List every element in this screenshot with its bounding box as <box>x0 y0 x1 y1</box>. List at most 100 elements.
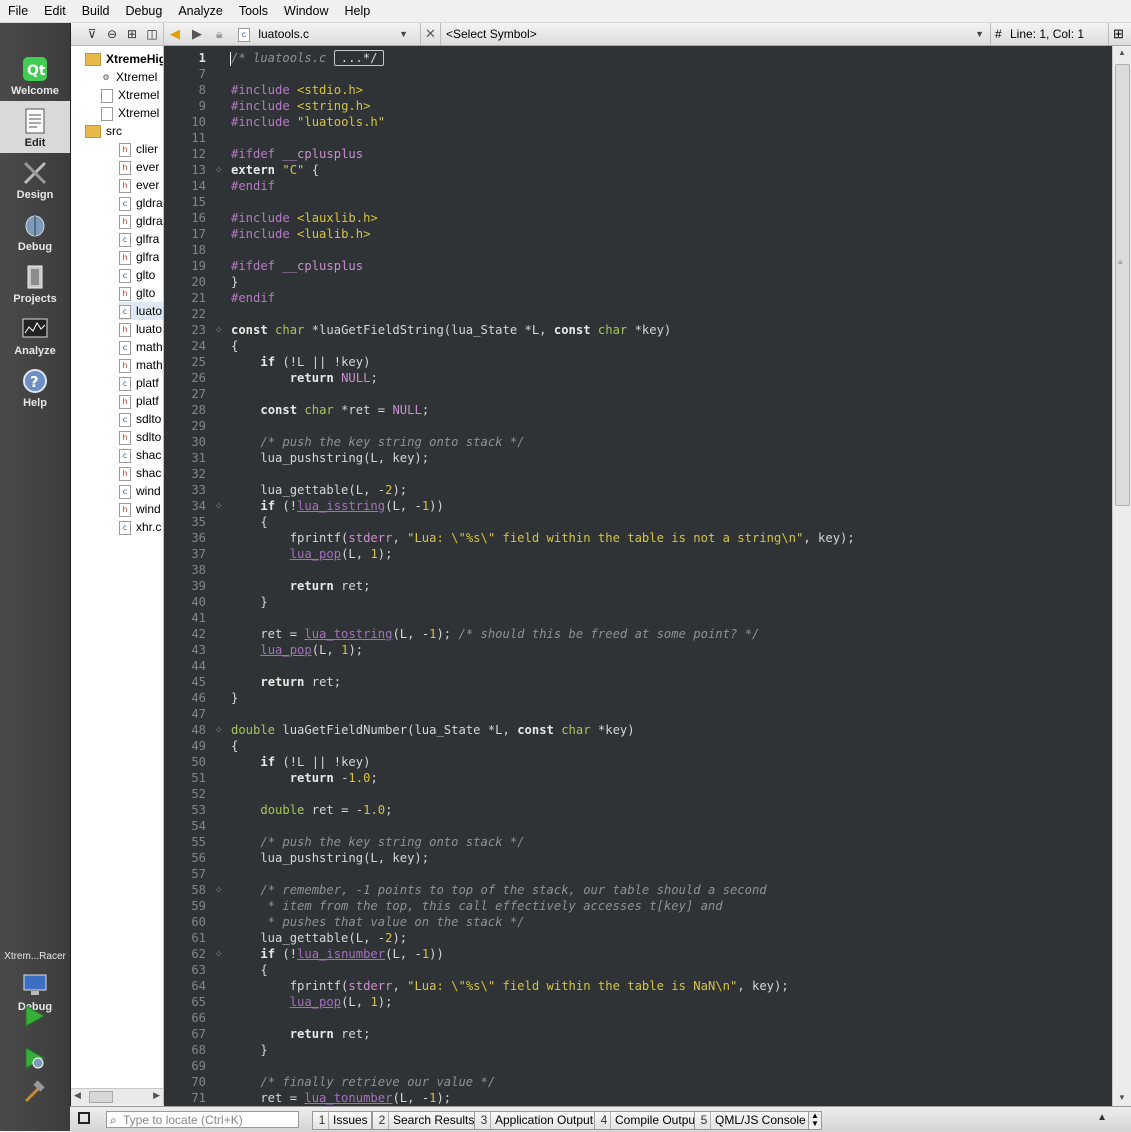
code-line[interactable]: #include <lauxlib.h> <box>231 211 378 225</box>
toggle-sidebar-icon[interactable] <box>78 1112 90 1124</box>
code-line[interactable]: { <box>231 963 267 977</box>
code-line[interactable]: #include "luatools.h" <box>231 115 385 129</box>
menu-tools[interactable]: Tools <box>231 0 276 22</box>
code-line[interactable]: #endif <box>231 291 275 305</box>
tree-file[interactable]: c shac <box>119 446 163 464</box>
code-line[interactable]: fprintf(stderr, "Lua: \"%s\" field withi… <box>231 979 789 993</box>
code-line[interactable]: } <box>231 691 238 705</box>
open-documents-dropdown[interactable]: c luatools.c ▼ <box>234 23 412 45</box>
code-line[interactable]: lua_pop(L, 1); <box>231 643 363 657</box>
menu-help[interactable]: Help <box>336 0 378 22</box>
output-pane-button[interactable]: 2 Search Results <box>372 1111 479 1130</box>
tree-file[interactable]: h glfra <box>119 248 163 266</box>
code-line[interactable]: ret = lua_tostring(L, -1); /* should thi… <box>231 627 759 641</box>
output-pane-button[interactable]: 3 Application Output <box>474 1111 598 1130</box>
code-line[interactable]: if (!L || !key) <box>231 355 370 369</box>
code-line[interactable]: #endif <box>231 179 275 193</box>
tree-file[interactable]: h gldra <box>119 212 163 230</box>
tree-file[interactable]: c gldra <box>119 194 163 212</box>
pane-scroll-arrows-icon[interactable]: ▲ ▼ <box>808 1111 822 1130</box>
sync-link-icon[interactable]: ⊖ <box>105 27 119 41</box>
code-line[interactable]: return -1.0; <box>231 771 378 785</box>
code-line[interactable]: #include <string.h> <box>231 99 370 113</box>
code-line[interactable]: const char *ret = NULL; <box>231 403 429 417</box>
menu-edit[interactable]: Edit <box>36 0 74 22</box>
tree-file[interactable]: h wind <box>119 500 163 518</box>
symbol-selector[interactable]: <Select Symbol> ▼ <box>446 23 986 45</box>
tree-file[interactable]: h luato <box>119 320 163 338</box>
code-line[interactable]: #ifdef __cplusplus <box>231 259 363 273</box>
output-pane-button[interactable]: 1 Issues <box>312 1111 372 1130</box>
output-pane-button[interactable]: 5 QML/JS Console <box>694 1111 810 1130</box>
code-line[interactable]: return ret; <box>231 579 371 593</box>
code-line[interactable]: lua_pushstring(L, key); <box>231 851 429 865</box>
code-line[interactable]: } <box>231 275 238 289</box>
menu-window[interactable]: Window <box>276 0 336 22</box>
code-line[interactable]: lua_pop(L, 1); <box>231 995 393 1009</box>
output-pane-button[interactable]: 4 Compile Output <box>594 1111 703 1130</box>
split-icon[interactable]: ⊞ <box>125 27 139 41</box>
start-debugging-icon[interactable] <box>22 1046 46 1070</box>
cursor-position[interactable]: Line: 1, Col: 1 <box>1010 23 1084 45</box>
code-line[interactable]: /* push the key string onto stack */ <box>231 435 524 449</box>
code-line[interactable]: /* remember, -1 points to top of the sta… <box>231 883 766 897</box>
code-line[interactable]: * pushes that value on the stack */ <box>231 915 525 929</box>
code-line[interactable]: return ret; <box>231 1027 371 1041</box>
split-editor-icon[interactable]: ⊞ <box>1108 23 1124 45</box>
code-line[interactable]: { <box>231 339 238 353</box>
code-line[interactable]: if (!L || !key) <box>231 755 370 769</box>
fold-marker-icon[interactable]: ◇ <box>216 949 221 959</box>
menu-analyze[interactable]: Analyze <box>170 0 230 22</box>
code-line[interactable]: /* finally retrieve our value */ <box>231 1075 495 1089</box>
code-line[interactable]: #include <stdio.h> <box>231 83 363 97</box>
code-line[interactable]: #ifdef __cplusplus <box>231 147 363 161</box>
fold-marker-icon[interactable]: ◇ <box>216 725 221 735</box>
navigator-horizontal-scrollbar[interactable]: ◀ ▶ <box>71 1088 163 1105</box>
code-line[interactable]: lua_pop(L, 1); <box>231 547 393 561</box>
tree-file[interactable]: Xtremel <box>101 104 163 122</box>
code-line[interactable]: lua_gettable(L, -2); <box>231 483 407 497</box>
code-line[interactable]: return ret; <box>231 675 341 689</box>
tree-file[interactable]: h shac <box>119 464 163 482</box>
code-line[interactable]: if (!lua_isnumber(L, -1)) <box>231 947 443 961</box>
filter-icon[interactable]: ⊽ <box>85 27 99 41</box>
tree-file[interactable]: c wind <box>119 482 163 500</box>
tree-file[interactable]: Xtremel <box>101 86 163 104</box>
mode-edit[interactable]: Edit <box>0 101 70 153</box>
forward-arrow-icon[interactable]: ▶ <box>192 23 202 45</box>
tree-file[interactable]: c platf <box>119 374 163 392</box>
code-line[interactable]: return NULL; <box>231 371 378 385</box>
locator-input[interactable]: ⌕ Type to locate (Ctrl+K) <box>106 1111 299 1128</box>
code-line[interactable]: } <box>231 595 267 609</box>
tree-file[interactable]: h platf <box>119 392 163 410</box>
fold-marker-icon[interactable]: ◇ <box>216 325 221 335</box>
show-output-pane-icon[interactable]: ▲ <box>1097 1112 1107 1123</box>
tree-file[interactable]: c sdlto <box>119 410 163 428</box>
menu-debug[interactable]: Debug <box>118 0 171 22</box>
fold-marker-icon[interactable]: ◇ <box>216 885 221 895</box>
code-line[interactable]: lua_gettable(L, -2); <box>231 931 407 945</box>
editor-vertical-scrollbar[interactable]: ▲ ≡ ▼ <box>1112 46 1131 1106</box>
code-line[interactable]: if (!lua_isstring(L, -1)) <box>231 499 443 513</box>
mode-design[interactable]: Design <box>0 153 70 205</box>
fold-marker-icon[interactable]: ◇ <box>216 501 221 511</box>
tree-file[interactable]: c math <box>119 338 163 356</box>
tree-file[interactable]: h sdlto <box>119 428 163 446</box>
mode-projects[interactable]: Projects <box>0 257 70 309</box>
code-line[interactable]: } <box>231 1043 267 1057</box>
code-line[interactable]: lua_pushstring(L, key); <box>231 451 429 465</box>
run-icon[interactable] <box>22 1004 46 1028</box>
tree-file[interactable]: c xhr.c <box>119 518 163 536</box>
code-line[interactable]: * item from the top, this call effective… <box>231 899 723 913</box>
code-line[interactable]: extern "C" { <box>231 163 319 177</box>
code-editor[interactable]: 1 /* luatools.c ...*/ 7 8 #include <stdio.h>… <box>164 46 1112 1106</box>
menu-file[interactable]: File <box>0 0 36 22</box>
tree-folder[interactable]: ◢src <box>85 122 163 140</box>
close-document-icon[interactable]: ✕ <box>420 23 441 45</box>
code-line[interactable]: /* push the key string onto stack */ <box>231 835 524 849</box>
scrollbar-thumb[interactable] <box>1115 64 1130 506</box>
close-sidebar-icon[interactable]: ◫ <box>145 27 159 41</box>
code-line[interactable]: double ret = -1.0; <box>231 803 392 817</box>
code-line[interactable]: /* luatools.c ...*/ <box>231 50 385 66</box>
mode-analyze[interactable]: Analyze <box>0 309 70 361</box>
